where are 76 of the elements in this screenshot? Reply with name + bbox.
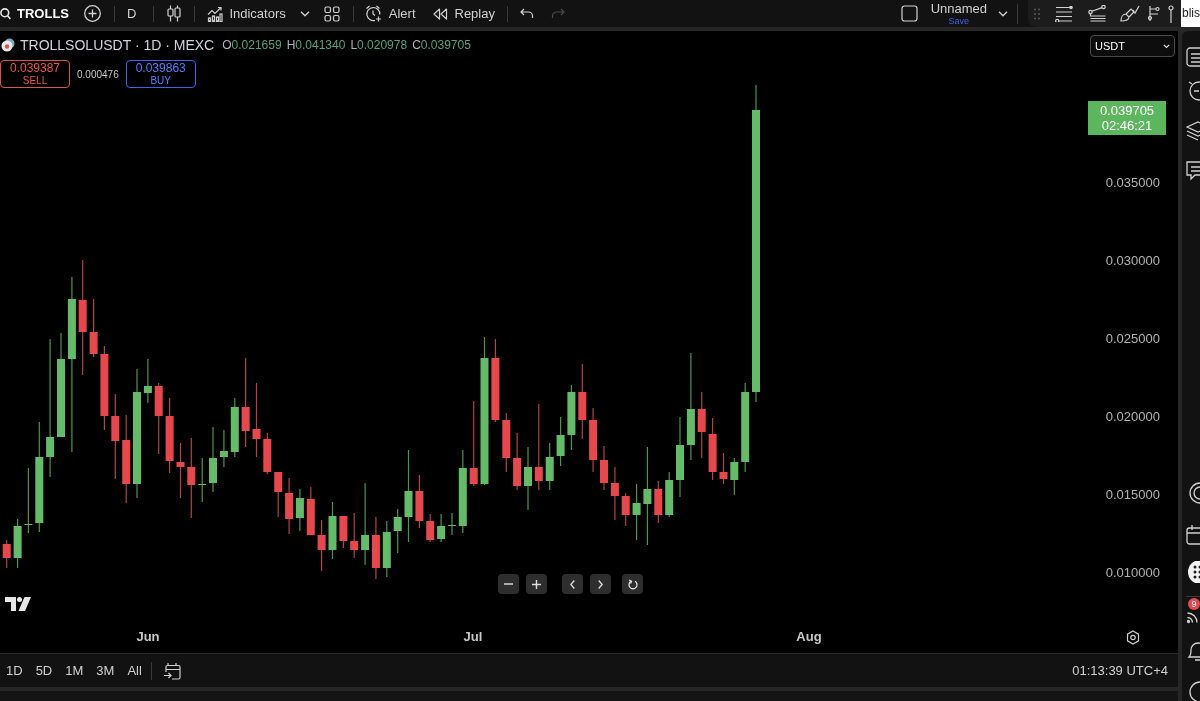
range-button[interactable]: 1M: [65, 660, 84, 681]
zoom-out-button[interactable]: [498, 574, 519, 594]
currency-dropdown[interactable]: USDT: [1090, 35, 1175, 57]
scroll-right-button[interactable]: [590, 574, 611, 594]
layout-name-button[interactable]: Unnamed: [930, 1, 987, 15]
ohlc-value: O0.021659: [222, 37, 282, 53]
time-axis-label: Aug: [796, 629, 822, 645]
minus-icon: [504, 583, 513, 585]
bar-countdown: 02:46:21: [1101, 118, 1153, 133]
trend-line-icon[interactable]: [1088, 5, 1106, 22]
calendar-arrow-icon[interactable]: [162, 661, 181, 680]
candlestick-icon[interactable]: [167, 5, 182, 22]
last-price: 0.039705: [1099, 103, 1155, 118]
clock-time: 01:13:39 UTC+4: [1072, 661, 1168, 680]
replay-button[interactable]: Replay: [431, 0, 495, 27]
rewind-icon: [431, 7, 448, 20]
chat-icon[interactable]: [1186, 159, 1200, 181]
clock-icon[interactable]: [1186, 79, 1200, 101]
buy-button[interactable]: 0.039863 BUY: [125, 60, 196, 88]
drag-handle-icon[interactable]: [1034, 7, 1040, 20]
reset-icon: [627, 578, 638, 590]
ohlc-value: C0.039705: [412, 37, 471, 53]
add-icon[interactable]: [84, 5, 101, 22]
brush-icon[interactable]: [1120, 5, 1140, 22]
feed-icon[interactable]: [1186, 611, 1199, 624]
undo-icon[interactable]: [519, 8, 534, 19]
save-link[interactable]: Save: [948, 15, 970, 26]
caret-icon[interactable]: [299, 10, 310, 17]
symbol-search-button[interactable]: TROLLS: [0, 0, 76, 27]
symbol-title: TROLLSOLUSDT · 1D · MEXC: [20, 37, 215, 53]
ohlc-value: H0.041340: [286, 37, 346, 53]
square-icon[interactable]: [900, 5, 918, 22]
alert-button[interactable]: Alert: [364, 0, 416, 27]
calendar-icon[interactable]: [1186, 524, 1200, 546]
range-button[interactable]: All: [127, 660, 142, 681]
ohlc-value: L0.020978: [350, 37, 408, 53]
target-icon[interactable]: [1186, 482, 1200, 504]
fork-icon[interactable]: [1148, 5, 1160, 22]
indicators-button[interactable]: Indicators: [207, 0, 286, 27]
plus-icon: [532, 579, 541, 589]
coin-icon: [1, 38, 15, 52]
cut-off-window-label: blis: [1181, 0, 1200, 27]
indicators-icon: [207, 5, 224, 22]
vertical-line-icon[interactable]: [1168, 4, 1174, 23]
caret-icon[interactable]: [998, 10, 1008, 17]
range-button[interactable]: 3M: [96, 660, 115, 681]
list-icon[interactable]: [1186, 46, 1200, 68]
spread-value: 0.000476: [77, 67, 119, 82]
settings-icon[interactable]: [1126, 630, 1140, 645]
range-button[interactable]: 5D: [35, 660, 53, 681]
horizontal-lines-icon[interactable]: [1055, 5, 1073, 22]
scroll-left-button[interactable]: [562, 574, 583, 594]
time-axis-label: Jul: [463, 629, 483, 645]
layers-icon[interactable]: [1186, 119, 1200, 141]
dots-grid-icon[interactable]: [1186, 561, 1200, 583]
chevron-right-icon: [598, 579, 603, 589]
notification-badge: 9: [1188, 598, 1200, 610]
logo-icon: [5, 597, 31, 611]
zoom-in-button[interactable]: [526, 574, 547, 594]
search-icon: [0, 7, 11, 20]
price-axis-label: 0.010000: [1105, 565, 1160, 581]
chevron-down-icon: [1163, 43, 1170, 49]
range-button[interactable]: 1D: [6, 660, 23, 681]
sell-button[interactable]: 0.039387 SELL: [0, 60, 70, 88]
price-axis-label: 0.015000: [1105, 487, 1160, 503]
price-axis-label: 0.030000: [1105, 253, 1160, 269]
price-axis-label: 0.020000: [1105, 409, 1160, 425]
bell-icon[interactable]: [1186, 640, 1200, 662]
grid-icon[interactable]: [323, 5, 340, 22]
time-axis-label: Jun: [136, 629, 160, 645]
price-axis-label: 0.035000: [1105, 175, 1160, 191]
chevron-left-icon: [570, 579, 575, 589]
interval-button[interactable]: D: [121, 0, 143, 27]
reset-chart-button[interactable]: [622, 574, 643, 594]
alarm-clock-icon: [364, 5, 382, 22]
price-axis-label: 0.025000: [1105, 331, 1160, 347]
